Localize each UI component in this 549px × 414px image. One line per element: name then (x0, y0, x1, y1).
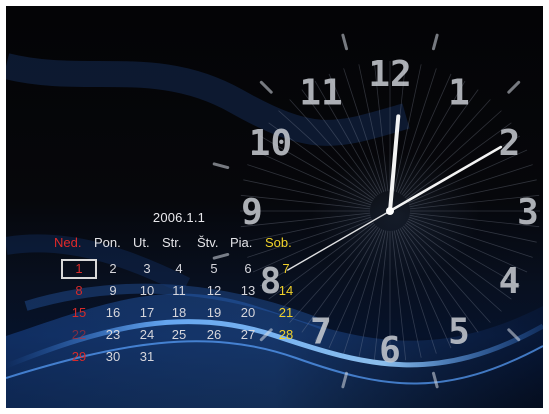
calendar-week-row: 22 23 24 25 26 27 28 (52, 326, 312, 344)
clock-numeral: 3 (517, 192, 539, 233)
clock-numeral: 11 (299, 72, 342, 113)
clock-outer-tick (507, 328, 521, 342)
screen: 12 1 2 3 4 5 6 7 8 9 10 11 2006.1.1 Ned. Pon. Ut. S… (6, 6, 543, 408)
clock-outer-tick (431, 33, 439, 51)
calendar-day[interactable]: 18 (164, 304, 194, 322)
calendar-week-row: 15 16 17 18 19 20 21 (52, 304, 312, 322)
clock-minute-tick (397, 229, 452, 349)
clock-numeral: 4 (499, 261, 521, 302)
clock-minute-tick (328, 229, 383, 349)
calendar-day[interactable]: 27 (233, 326, 263, 344)
clock-numeral: 7 (310, 312, 332, 353)
clock-center-pin (386, 207, 394, 215)
clock-outer-tick (341, 371, 349, 389)
calendar-day[interactable]: 22 (64, 326, 94, 344)
calendar-day[interactable]: 15 (64, 304, 94, 322)
weekday-friday: Pia. (230, 235, 253, 250)
calendar-day[interactable]: 9 (98, 282, 128, 300)
clock-numeral: 1 (448, 72, 470, 113)
calendar-day[interactable]: 17 (132, 304, 162, 322)
calendar-day[interactable]: 12 (199, 282, 229, 300)
clock-numeral: 12 (368, 54, 411, 95)
calendar-day[interactable]: 23 (98, 326, 128, 344)
clock-outer-tick (507, 80, 521, 94)
calendar-day[interactable]: 29 (64, 348, 94, 366)
clock-numeral: 5 (448, 312, 470, 353)
calendar-day[interactable]: 5 (199, 260, 229, 278)
clock-numeral: 2 (499, 123, 521, 164)
calendar-day[interactable]: 8 (64, 282, 94, 300)
weekday-header: Ned. Pon. Ut. Str. Štv. Pia. Sob. (54, 235, 324, 253)
calendar-day[interactable]: 28 (271, 326, 301, 344)
calendar-week-row: 8 9 10 11 12 13 14 (52, 282, 312, 300)
calendar-day[interactable]: 7 (271, 260, 301, 278)
calendar-week-row: 1 2 3 4 5 6 7 (52, 259, 312, 279)
weekday-wednesday: Str. (162, 235, 182, 250)
calendar-day[interactable]: 21 (271, 304, 301, 322)
calendar-day[interactable]: 26 (199, 326, 229, 344)
calendar-day[interactable]: 10 (132, 282, 162, 300)
weekday-tuesday: Ut. (133, 235, 150, 250)
weekday-sunday: Ned. (54, 235, 82, 250)
clock-outer-tick (212, 252, 230, 260)
calendar-day-selected[interactable]: 1 (61, 259, 97, 279)
weekday-thursday: Štv. (197, 235, 219, 250)
calendar-day[interactable]: 2 (98, 260, 128, 278)
calendar-day[interactable]: 11 (164, 282, 194, 300)
calendar-day[interactable]: 24 (132, 326, 162, 344)
clock-outer-tick (431, 371, 439, 389)
calendar-day[interactable]: 3 (132, 260, 162, 278)
photo-frame-display: 12 1 2 3 4 5 6 7 8 9 10 11 2006.1.1 Ned. Pon. Ut. S… (0, 0, 549, 414)
calendar-day[interactable]: 13 (233, 282, 263, 300)
calendar-day[interactable]: 30 (98, 348, 128, 366)
calendar-day[interactable]: 6 (233, 260, 263, 278)
calendar-day[interactable]: 25 (164, 326, 194, 344)
calendar-month-grid: 1 2 3 4 5 6 7 8 9 10 11 12 13 14 15 16 1… (52, 259, 312, 370)
calendar-day[interactable]: 20 (233, 304, 263, 322)
calendar-day[interactable]: 31 (132, 348, 162, 366)
calendar-week-row: 29 30 31 (52, 348, 312, 366)
clock-numeral: 10 (249, 123, 292, 164)
weekday-monday: Pon. (94, 235, 121, 250)
weekday-saturday: Sob. (265, 235, 292, 250)
calendar-date-label: 2006.1.1 (152, 210, 206, 225)
clock-outer-tick (341, 33, 349, 51)
calendar-day[interactable]: 19 (199, 304, 229, 322)
clock-hour-hand (388, 114, 401, 213)
clock-numeral: 6 (379, 330, 401, 371)
clock-outer-tick (259, 80, 273, 94)
clock-numeral: 9 (241, 192, 263, 233)
calendar-day[interactable]: 4 (164, 260, 194, 278)
calendar-day[interactable]: 16 (98, 304, 128, 322)
clock-outer-tick (212, 162, 230, 170)
calendar-day[interactable]: 14 (271, 282, 301, 300)
